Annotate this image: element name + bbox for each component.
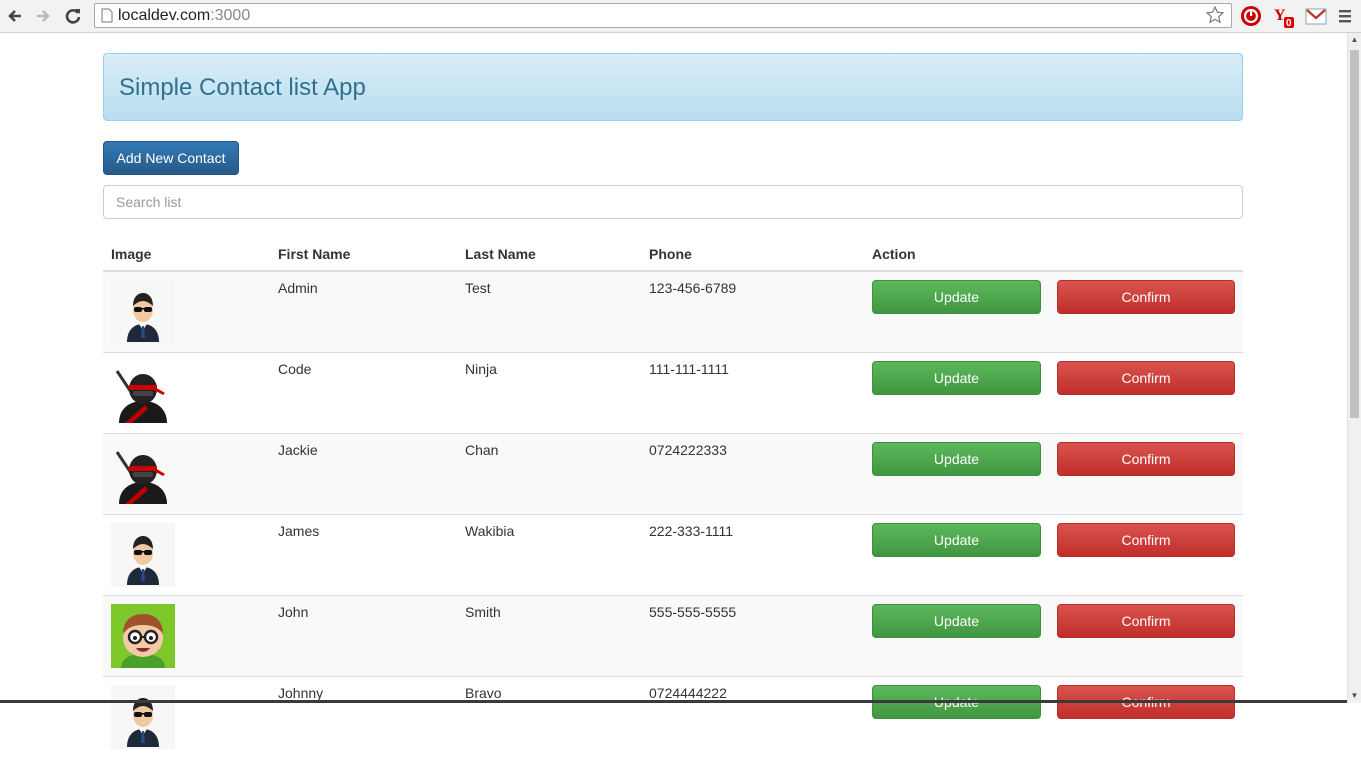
contact-image-cell — [103, 433, 270, 515]
header-last-name: Last Name — [457, 237, 641, 272]
ninja-avatar-icon — [115, 370, 167, 423]
nerd-avatar-icon — [111, 604, 175, 668]
update-button[interactable]: Update — [872, 523, 1041, 557]
scroll-up-icon[interactable]: ▲ — [1348, 33, 1361, 47]
scroll-down-icon[interactable]: ▼ — [1348, 689, 1361, 703]
confirm-button[interactable]: Confirm — [1057, 442, 1235, 476]
adblock-extension-icon[interactable] — [1240, 5, 1262, 32]
confirm-button[interactable]: Confirm — [1057, 604, 1235, 638]
page-icon — [101, 8, 113, 28]
gmail-extension-icon[interactable] — [1305, 5, 1327, 32]
phone-cell: 111-111-1111 — [641, 352, 864, 434]
contact-image-cell — [103, 595, 270, 677]
action-cell: Update Confirm — [864, 433, 1243, 515]
confirm-button[interactable]: Confirm — [1057, 361, 1235, 395]
last-name-cell: Test — [457, 270, 641, 353]
phone-cell: 123-456-6789 — [641, 270, 864, 353]
update-button[interactable]: Update — [872, 442, 1041, 476]
header-image: Image — [103, 237, 270, 272]
first-name-cell: Code — [270, 352, 457, 434]
action-cell: Update Confirm — [864, 595, 1243, 677]
first-name-cell: Admin — [270, 270, 457, 353]
first-name-cell: John — [270, 595, 457, 677]
app-title: Simple Contact list App — [119, 74, 366, 101]
confirm-button[interactable]: Confirm — [1057, 523, 1235, 557]
action-cell: Update Confirm — [864, 270, 1243, 353]
ninja-avatar-icon — [115, 451, 167, 504]
phone-cell: 0724444222 — [641, 676, 864, 758]
confirm-button[interactable]: Confirm — [1057, 280, 1235, 314]
agent-avatar-icon — [111, 280, 175, 344]
table-row: JohnnyBravo0724444222UpdateConfirm — [103, 676, 1243, 758]
header-phone: Phone — [641, 237, 864, 272]
last-name-cell: Bravo — [457, 676, 641, 758]
header-action: Action — [864, 237, 1243, 272]
search-input[interactable] — [103, 185, 1243, 219]
agent-avatar-icon — [111, 523, 175, 587]
forward-arrow-icon[interactable] — [32, 5, 54, 27]
agent-avatar-icon — [111, 685, 175, 749]
update-button[interactable]: Update — [872, 280, 1041, 314]
table-row: Admin Test 123-456-6789 Update Confirm — [103, 270, 1243, 353]
browser-toolbar: localdev.com:3000 Y0 — [0, 0, 1361, 33]
menu-icon[interactable] — [1337, 5, 1353, 32]
update-button[interactable]: Update — [872, 361, 1041, 395]
first-name-cell: Jackie — [270, 433, 457, 515]
last-name-cell: Chan — [457, 433, 641, 515]
table-row: Jackie Chan 0724222333 Update Confirm — [103, 433, 1243, 515]
update-button[interactable]: Update — [872, 604, 1041, 638]
first-name-cell: Johnny — [270, 676, 457, 758]
bookmark-star-icon[interactable] — [1205, 5, 1225, 30]
back-arrow-icon[interactable] — [4, 5, 26, 27]
app-header-banner: Simple Contact list App — [103, 53, 1243, 121]
table-row: James Wakibia 222-333-1111 Update Confirm — [103, 514, 1243, 596]
contacts-table: Image First Name Last Name Phone Action … — [103, 237, 1243, 758]
add-new-contact-button[interactable]: Add New Contact — [103, 141, 239, 175]
first-name-cell: James — [270, 514, 457, 596]
svg-text:0: 0 — [1286, 18, 1292, 29]
action-cell: Update Confirm — [864, 352, 1243, 434]
contact-image-cell — [103, 352, 270, 434]
table-row: Code Ninja 111-111-1111 Update Confirm — [103, 352, 1243, 434]
vertical-scrollbar[interactable]: ▲ ▼ — [1347, 33, 1361, 703]
address-bar[interactable]: localdev.com:3000 — [94, 3, 1232, 28]
phone-cell: 555-555-5555 — [641, 595, 864, 677]
contact-image-cell — [103, 676, 270, 758]
phone-cell: 0724222333 — [641, 433, 864, 515]
last-name-cell: Wakibia — [457, 514, 641, 596]
last-name-cell: Smith — [457, 595, 641, 677]
action-cell: Update Confirm — [864, 514, 1243, 596]
header-first-name: First Name — [270, 237, 457, 272]
url-text: localdev.com:3000 — [118, 7, 251, 24]
table-row: John Smith 555-555-5555 Update Confirm — [103, 595, 1243, 677]
table-header-row: Image First Name Last Name Phone Action — [103, 237, 1243, 272]
scrollbar-thumb[interactable] — [1350, 50, 1359, 418]
last-name-cell: Ninja — [457, 352, 641, 434]
yahoo-extension-icon[interactable]: Y0 — [1273, 5, 1297, 34]
reload-icon[interactable] — [62, 5, 84, 27]
action-cell: UpdateConfirm — [864, 676, 1243, 758]
contact-image-cell — [103, 270, 270, 353]
phone-cell: 222-333-1111 — [641, 514, 864, 596]
contact-image-cell — [103, 514, 270, 596]
